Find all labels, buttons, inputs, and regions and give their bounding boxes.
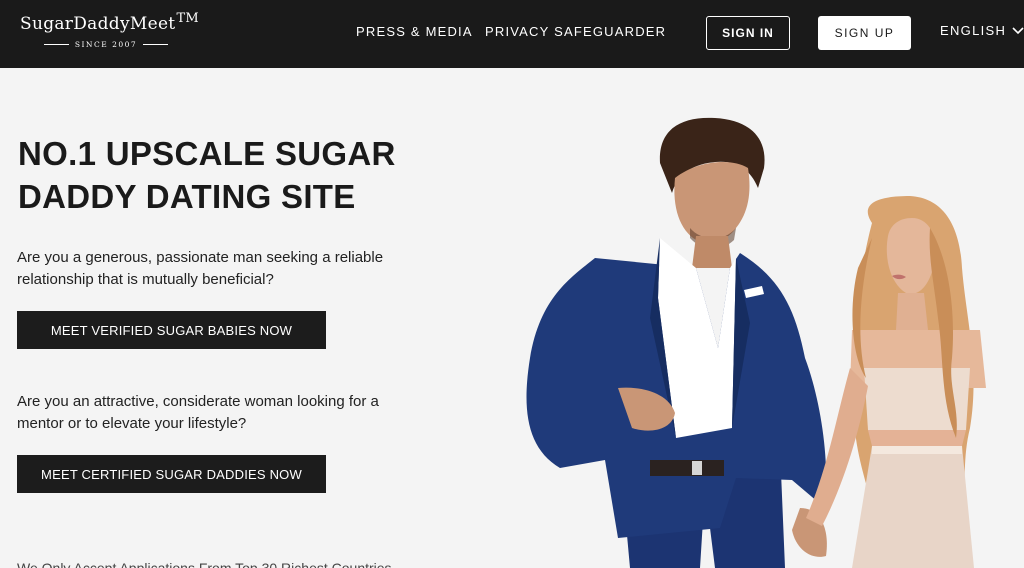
site-logo[interactable]: SugarDaddyMeetTM SINCE 2007 [20,11,200,54]
women-copy-line: mentor or to elevate your lifestyle? [17,415,247,432]
logo-wordmark: SugarDaddyMeetTM [20,11,200,34]
chevron-down-icon [1012,26,1024,35]
hero-photo-couple [500,68,1024,568]
women-copy-line: Are you an attractive, considerate woman… [17,393,379,410]
site-header: SugarDaddyMeetTM SINCE 2007 PRESS & MEDI… [0,0,1024,68]
logo-rule-right [143,43,169,45]
meet-sugar-daddies-button[interactable]: MEET CERTIFIED SUGAR DADDIES NOW [17,455,326,493]
women-copy: Are you an attractive, considerate woman… [17,391,397,435]
men-copy-line: relationship that is mutually beneficial… [17,271,274,288]
meet-sugar-babies-button[interactable]: MEET VERIFIED SUGAR BABIES NOW [17,311,326,349]
nav-press-media[interactable]: PRESS & MEDIA [356,24,473,39]
sign-in-button[interactable]: SIGN IN [706,16,790,50]
language-selector[interactable]: ENGLISH [940,23,1024,38]
men-copy: Are you a generous, passionate man seeki… [17,247,397,291]
logo-tagline-text: SINCE 2007 [74,39,138,49]
men-copy-line: Are you a generous, passionate man seeki… [17,249,384,266]
nav-privacy-safeguarder[interactable]: PRIVACY SAFEGUARDER [485,24,666,39]
hero-title-line: DADDY DATING SITE [18,178,356,215]
applications-notice: We Only Accept Applications From Top 30 … [17,560,392,568]
hero-title-line: NO.1 UPSCALE SUGAR [18,135,396,172]
woman-figure [806,196,986,568]
logo-tagline: SINCE 2007 [44,38,169,50]
logo-rule-left [44,43,69,45]
man-figure [526,117,827,568]
hero-title: NO.1 UPSCALE SUGAR DADDY DATING SITE [18,132,418,218]
language-label: ENGLISH [940,23,1007,38]
sign-up-button[interactable]: SIGN UP [818,16,911,50]
